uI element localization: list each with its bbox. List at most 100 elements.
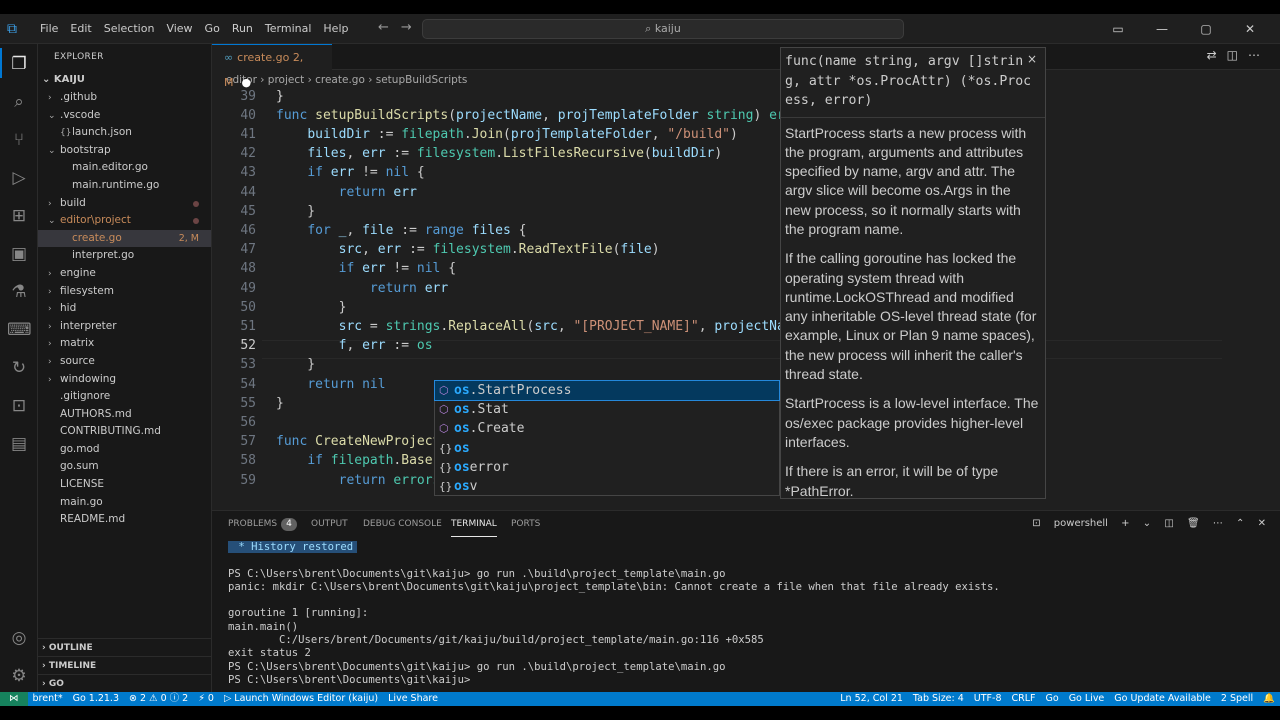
tree-item[interactable]: › .github xyxy=(38,89,211,107)
workspace-root[interactable]: ⌄ KAIJU xyxy=(38,71,211,89)
tree-item[interactable]: › interpreter xyxy=(38,318,211,336)
status-item[interactable]: Go Update Available xyxy=(1109,692,1216,706)
maximize-icon[interactable]: ▢ xyxy=(1184,14,1228,44)
close-panel-icon[interactable]: ✕ xyxy=(1258,518,1266,529)
layout-icon[interactable]: ▭ xyxy=(1096,14,1140,44)
terminal-icon[interactable]: ⌨ xyxy=(7,318,32,342)
tree-item[interactable]: › matrix xyxy=(38,335,211,353)
tree-item[interactable]: ⌄ editor\project xyxy=(38,212,211,230)
tree-item[interactable]: › hid xyxy=(38,300,211,318)
status-item[interactable]: Go 1.21.3 xyxy=(68,692,124,706)
panel-tab-problems[interactable]: PROBLEMS 4 xyxy=(228,511,297,537)
tree-item[interactable]: › source xyxy=(38,353,211,371)
status-item[interactable]: UTF-8 xyxy=(969,692,1007,706)
tree-item[interactable]: .gitignore xyxy=(38,388,211,406)
menu-item-file[interactable]: File xyxy=(34,14,64,44)
testing-icon[interactable]: ⚗ xyxy=(7,280,31,304)
menu-item-go[interactable]: Go xyxy=(199,14,226,44)
tree-item[interactable]: main.editor.go xyxy=(38,159,211,177)
close-icon[interactable]: ✕ xyxy=(1228,14,1272,44)
suggestion-item[interactable]: {} osv xyxy=(435,477,779,496)
tree-item[interactable]: README.md xyxy=(38,511,211,529)
tree-item[interactable]: LICENSE xyxy=(38,476,211,494)
status-item[interactable]: 2 Spell xyxy=(1216,692,1258,706)
status-item[interactable]: ▷ Launch Windows Editor (kaiju) xyxy=(219,692,383,706)
suggestion-item[interactable]: {} os xyxy=(435,439,779,458)
compare-icon[interactable]: ⇄ xyxy=(1207,48,1227,62)
terminal-profile-icon[interactable]: ⊡ powershell xyxy=(1032,518,1108,529)
explorer-icon[interactable]: ❐ xyxy=(7,52,31,76)
tree-item[interactable]: › filesystem xyxy=(38,283,211,301)
close-hover-icon[interactable]: × xyxy=(1027,52,1037,66)
tree-item[interactable]: › build xyxy=(38,195,211,213)
suggestion-item[interactable]: ⬡ os.Create xyxy=(435,419,779,438)
tree-item[interactable]: main.runtime.go xyxy=(38,177,211,195)
menu-item-terminal[interactable]: Terminal xyxy=(259,14,318,44)
tree-item[interactable]: interpret.go xyxy=(38,247,211,265)
breadcrumb-item[interactable]: create.go xyxy=(315,74,365,86)
sidebar-section-go[interactable]: › GO xyxy=(38,674,212,692)
maximize-panel-icon[interactable]: ⌃ xyxy=(1236,518,1244,529)
command-center-search[interactable]: ⌕ kaiju xyxy=(422,19,904,39)
tree-item[interactable]: › engine xyxy=(38,265,211,283)
terminal-output[interactable]: * History restored PS C:\Users\brent\Doc… xyxy=(228,541,1268,687)
live-share-icon[interactable]: ↻ xyxy=(7,356,31,380)
sidebar-section-outline[interactable]: › OUTLINE xyxy=(38,638,212,656)
remote-indicator-icon[interactable]: ⋈ xyxy=(0,692,28,706)
more-actions-icon[interactable]: ⋯ xyxy=(1248,48,1270,62)
search-icon[interactable]: ⌕ xyxy=(7,90,31,114)
status-item[interactable]: ⊗ 2 ⚠ 0 ⓘ 2 xyxy=(124,692,193,706)
docker-icon[interactable]: ⊡ xyxy=(7,394,31,418)
remote-explorer-icon[interactable]: ▣ xyxy=(7,242,31,266)
menu-item-selection[interactable]: Selection xyxy=(98,14,161,44)
tree-item[interactable]: go.mod xyxy=(38,441,211,459)
status-item[interactable]: Go xyxy=(1041,692,1064,706)
suggestion-item[interactable]: ⬡ os.StartProcess xyxy=(434,379,780,402)
extensions-icon[interactable]: ⊞ xyxy=(7,204,31,228)
minimap[interactable] xyxy=(1188,90,1256,514)
nav-arrows-icon[interactable]: ←→ xyxy=(378,20,424,35)
status-item[interactable]: Tab Size: 4 xyxy=(908,692,969,706)
panel-tab-terminal[interactable]: TERMINAL xyxy=(451,511,497,537)
menu-item-edit[interactable]: Edit xyxy=(64,14,97,44)
tree-item[interactable]: main.go xyxy=(38,494,211,512)
tree-item[interactable]: ⌄ bootstrap xyxy=(38,142,211,160)
source-control-icon[interactable]: ⑂ xyxy=(7,128,31,152)
settings-gear-icon[interactable]: ⚙ xyxy=(7,664,31,688)
menu-item-run[interactable]: Run xyxy=(226,14,259,44)
notifications-bell-icon[interactable]: 🔔 xyxy=(1258,692,1280,706)
unsaved-dot-icon[interactable]: ● xyxy=(242,76,252,89)
panel-tab-debug-console[interactable]: DEBUG CONSOLE xyxy=(363,511,442,537)
breadcrumb-item[interactable]: setupBuildScripts xyxy=(376,74,468,86)
tree-item[interactable]: {}launch.json xyxy=(38,124,211,142)
menu-item-help[interactable]: Help xyxy=(317,14,354,44)
status-item[interactable]: Live Share xyxy=(383,692,443,706)
tree-item[interactable]: AUTHORS.md xyxy=(38,406,211,424)
comments-icon[interactable]: ▤ xyxy=(7,432,31,456)
tree-item[interactable]: ⌄ .vscode xyxy=(38,107,211,125)
minimize-icon[interactable]: — xyxy=(1140,14,1184,44)
suggestion-item[interactable]: ⬡ os.Stat xyxy=(435,400,779,419)
tree-item[interactable]: CONTRIBUTING.md xyxy=(38,423,211,441)
status-item[interactable]: ⚡ 0 xyxy=(193,692,219,706)
more-icon[interactable]: ⋯ xyxy=(1213,518,1223,529)
tree-item[interactable]: › windowing xyxy=(38,371,211,389)
kill-terminal-icon[interactable]: 🗑 xyxy=(1187,518,1200,529)
status-item[interactable]: CRLF xyxy=(1007,692,1041,706)
suggestion-item[interactable]: {} oserror xyxy=(435,458,779,477)
tab-create-go[interactable]: ∞ create.go 2, M ● xyxy=(212,44,332,89)
terminal-dropdown-icon[interactable]: ⌄ xyxy=(1143,518,1151,529)
status-item[interactable]: Go Live xyxy=(1064,692,1110,706)
status-item[interactable]: brent* xyxy=(28,692,68,706)
split-editor-icon[interactable]: ◫ xyxy=(1227,48,1248,62)
panel-tab-output[interactable]: OUTPUT xyxy=(311,511,348,537)
panel-tab-ports[interactable]: PORTS xyxy=(511,511,540,537)
sidebar-section-timeline[interactable]: › TIMELINE xyxy=(38,656,212,674)
breadcrumb-item[interactable]: project xyxy=(268,74,304,86)
account-icon[interactable]: ◎ xyxy=(7,626,31,650)
split-terminal-icon[interactable]: ◫ xyxy=(1164,518,1173,529)
tree-item[interactable]: go.sum xyxy=(38,458,211,476)
tree-item[interactable]: create.go 2, M xyxy=(38,229,211,248)
status-item[interactable]: Ln 52, Col 21 xyxy=(835,692,908,706)
menu-item-view[interactable]: View xyxy=(160,14,198,44)
